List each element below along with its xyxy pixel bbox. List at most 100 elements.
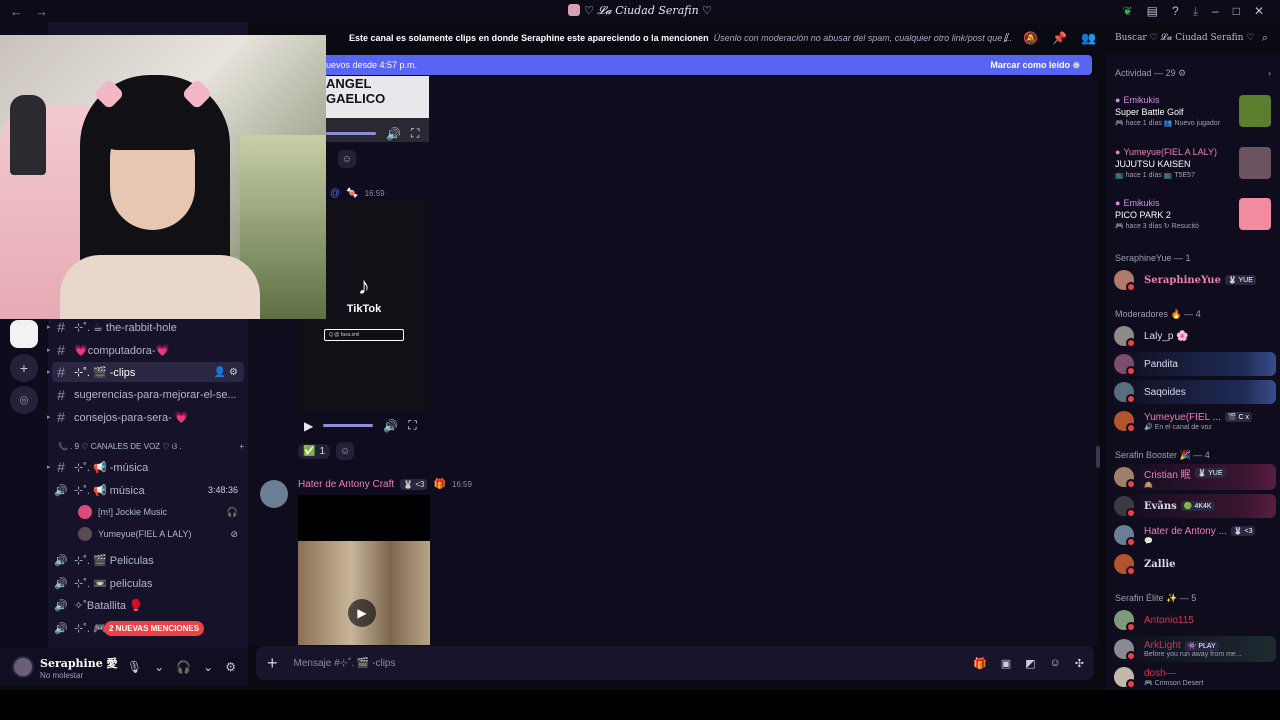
member-item[interactable]: ArkLight 👾 PLAY Before you run away from … — [1114, 636, 1276, 662]
member-tag: 🐰 YUE — [1194, 468, 1226, 478]
play-icon[interactable]: ▶ — [304, 419, 313, 433]
channel-the-rabbit-hole[interactable]: ▸ # ⊹˚. ☕ the-rabbit-hole — [47, 317, 244, 337]
activity-card[interactable]: ● Emikukis Super Battle Golf 🎮 hace 1 día… — [1115, 95, 1271, 129]
voice-category[interactable]: 📞 . 9 ♡ CANALES DE VOZ ♡ ଓ . + — [58, 442, 244, 452]
threads-icon[interactable]: ⫽ — [1004, 31, 1009, 46]
channel-topic-title: Este canal es solamente clips en donde S… — [349, 33, 709, 43]
add-server-icon[interactable]: + — [10, 354, 38, 382]
gear-icon[interactable]: ⚙ — [229, 367, 238, 378]
voice-channel-peliculas[interactable]: 🔊 ⊹˚. 🎬 Peliculas — [52, 550, 244, 570]
add-reaction-icon[interactable]: ☺ — [336, 442, 355, 460]
avatar — [1114, 382, 1136, 404]
user-info[interactable]: Seraphine 愛 No molestar — [40, 655, 118, 680]
new-messages-bar[interactable]: uevos desde 4:57 p.m. Marcar como leído … — [326, 55, 1092, 75]
volume-icon[interactable]: 🔊 — [383, 419, 398, 433]
user-status: No molestar — [40, 670, 84, 680]
member-item[interactable]: Saqoides — [1114, 380, 1276, 404]
reaction-chip[interactable]: ✅ 1 — [298, 443, 331, 459]
member-info: dosh— 🎮 Crimson Desert — [1144, 668, 1203, 687]
channel-label: ⊹˚. 🎬 -clips — [74, 366, 136, 379]
member-item[interactable]: Pandita — [1114, 352, 1276, 376]
minimize-button[interactable]: – — [1212, 4, 1219, 18]
member-item[interactable]: Laly_p 🌸 — [1114, 324, 1276, 348]
activity-user-name: Emikukis — [1123, 95, 1160, 105]
notifications-off-icon[interactable]: 🔕 — [1023, 31, 1038, 46]
chevron-down-icon[interactable]: ⌄ — [203, 660, 213, 674]
member-item[interactable]: Hater de Antony ... 🐰 <3 💬 — [1114, 522, 1276, 548]
add-reaction-icon[interactable]: ☺ — [338, 150, 356, 168]
member-item[interactable]: Antonio115 — [1114, 608, 1276, 632]
voice-channel-musica[interactable]: 🔊 ⊹˚. 📢 música 3:48:36 — [52, 480, 244, 500]
gift-icon[interactable]: 🎁 — [973, 657, 987, 670]
download-icon[interactable]: ⤓ — [1193, 4, 1198, 19]
avatar — [78, 527, 92, 541]
chat-scrollbar[interactable] — [1096, 446, 1100, 468]
member-item[interactable]: Zallie — [1114, 552, 1276, 576]
voice-user-name: Yumeyue(FIEL A LALY) — [98, 529, 192, 539]
mark-read-label: Marcar como leído — [990, 59, 1070, 70]
channel-musica-text[interactable]: ▸ # ⊹˚. 📢 -música — [47, 457, 244, 477]
search-input[interactable]: Buscar ♡ 𝓛𝓪 Ciudad Serafin ♡ ⌕ — [1108, 28, 1272, 48]
fullscreen-icon[interactable]: ⛶ — [408, 418, 416, 433]
channel-topic[interactable]: Úsenlo con moderación no abusar del spam… — [714, 33, 1020, 43]
volume-slider[interactable] — [323, 424, 374, 427]
channel-computadora[interactable]: ▸ # 💗computadora-💗 — [47, 340, 244, 360]
avatar — [1114, 639, 1136, 661]
members-icon[interactable]: 👥 — [1081, 31, 1096, 46]
fullscreen-icon[interactable]: ⛶ — [411, 126, 419, 141]
channel-sugerencias[interactable]: # sugerencias-para-mejorar-el-se... — [52, 385, 244, 405]
activity-header[interactable]: Actividad — 29 ⚙ › — [1115, 68, 1271, 79]
volume-slider[interactable] — [326, 132, 376, 135]
headphones-icon[interactable]: 🎧 — [176, 660, 191, 674]
member-item[interactable]: Cristian 眠 🐰 YUE 🙈 — [1114, 464, 1276, 490]
channel-label: sugerencias-para-mejorar-el-se... — [74, 389, 237, 401]
apps-icon[interactable]: ✣ — [1075, 657, 1084, 670]
voice-channel-batallita[interactable]: 🔊 ✧˚Batallita 🥊 — [52, 595, 244, 615]
avatar: ● — [1115, 95, 1121, 105]
member-item[interactable]: SeraphineYue 🐰 YUE — [1114, 268, 1276, 292]
pin-icon[interactable]: 📌 — [1052, 31, 1067, 46]
invite-icon[interactable]: 👤 — [214, 367, 226, 378]
mark-read-button[interactable]: Marcar como leído ⊛ — [990, 60, 1080, 71]
avatar[interactable] — [260, 480, 288, 508]
avatar[interactable] — [12, 656, 34, 678]
volume-icon[interactable]: 🔊 — [386, 127, 401, 141]
channel-consejos[interactable]: ▸ # consejos-para-sera- 💗 — [47, 407, 244, 427]
add-channel-icon[interactable]: + — [239, 442, 244, 452]
activity-card[interactable]: ● Yumeyue(FIEL A LALY) JUJUTSU KAISEN 📺 h… — [1115, 147, 1271, 181]
chevron-down-icon[interactable]: ⌄ — [154, 660, 164, 674]
play-icon[interactable]: ▶ — [348, 599, 376, 627]
channel-actions: 👤 ⚙ — [214, 367, 238, 378]
chevron-right-icon[interactable]: › — [1268, 68, 1271, 79]
attach-plus-icon[interactable]: + — [267, 653, 278, 674]
webcam-figure — [10, 95, 46, 175]
inbox-icon[interactable]: ▤ — [1147, 4, 1158, 18]
emoji-icon[interactable]: ☺ — [1050, 657, 1061, 670]
gif-icon[interactable]: ▣ — [1001, 657, 1011, 670]
nitro-leaf-icon[interactable]: ❦ — [1123, 4, 1133, 18]
video-embed[interactable]: ▶ — [298, 495, 430, 645]
new-mentions-badge[interactable]: 2 NUEVAS MENCIONES — [104, 621, 205, 636]
voice-user[interactable]: Yumeyue(FIEL A LALY) ⊘ — [78, 526, 244, 542]
server-avatar-icon[interactable] — [10, 320, 38, 348]
member-info: Yumeyue(FIEL ... 🎬 C x 🔊 En el canal de v… — [1144, 412, 1253, 431]
avatar: ● — [1115, 198, 1121, 208]
gear-icon[interactable]: ⚙ — [225, 660, 236, 674]
voice-user[interactable]: [m!] Jockie Music 🎧 — [78, 504, 244, 520]
explore-icon[interactable]: ⌾ — [10, 386, 38, 414]
message-input[interactable]: Mensaje #⊹˚. 🎬 -clips — [294, 658, 396, 669]
voice-channel-peliculas-2[interactable]: 🔊 ⊹˚. 📼 peliculas — [52, 573, 244, 593]
user-controls: 🎙 ⌄ 🎧 ⌄ ⚙ — [127, 660, 236, 674]
member-item[interactable]: Evãns 🟢 4K4K — [1114, 494, 1276, 518]
channel-clips[interactable]: ▸ # ⊹˚. 🎬 -clips 👤 ⚙ — [47, 362, 244, 382]
activity-card[interactable]: ● Emikukis PICO PARK 2 🎮 hace 3 días ↻ Re… — [1115, 198, 1271, 232]
microphone-icon[interactable]: 🎙 — [127, 660, 142, 674]
avatar: ● — [1115, 147, 1121, 157]
sticker-icon[interactable]: ◩ — [1025, 657, 1035, 670]
maximize-button[interactable]: □ — [1233, 4, 1240, 18]
member-item[interactable]: Yumeyue(FIEL ... 🎬 C x 🔊 En el canal de v… — [1114, 408, 1276, 434]
message-author[interactable]: Hater de Antony Craft — [298, 479, 394, 490]
close-button[interactable]: ✕ — [1254, 4, 1264, 18]
help-icon[interactable]: ? — [1172, 4, 1179, 18]
member-item[interactable]: dosh— 🎮 Crimson Desert — [1114, 664, 1276, 690]
